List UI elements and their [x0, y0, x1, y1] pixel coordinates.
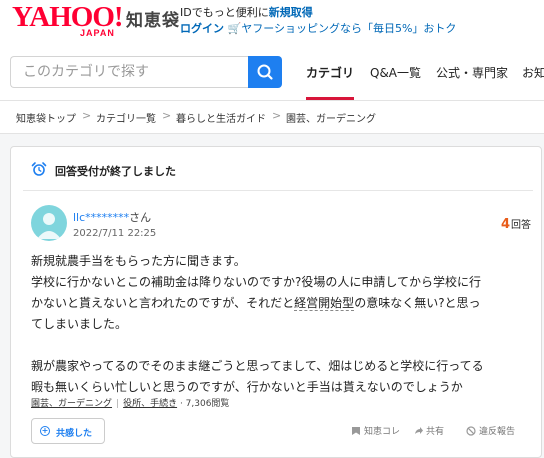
breadcrumb-chevron-icon: > — [162, 109, 172, 122]
login-row: ログイン 🛒ヤフーショッピングなら「毎日5%」おトク — [180, 20, 456, 36]
login-link[interactable]: ログイン — [180, 22, 224, 35]
meta-dot: · — [177, 399, 186, 409]
breadcrumb-top[interactable]: 知恵袋トップ — [16, 110, 76, 125]
question-line: 新規就農手当をもらった方に聞きます。 — [31, 254, 246, 268]
breadcrumb-life-guide[interactable]: 暮らしと生活ガイド — [176, 110, 266, 125]
question-line: 親が農家やってるのでそのまま継ごうと思ってまして、畑はじめると学校に行ってる — [31, 359, 484, 373]
question-body: 新規就農手当をもらった方に聞きます。 学校に行かないとこの補助金は降りないのです… — [31, 251, 531, 398]
empathy-label: 共感した — [56, 429, 93, 439]
prohibited-icon — [466, 426, 476, 436]
share-button[interactable]: 共有 — [413, 424, 444, 437]
tab-notice[interactable]: お知 — [522, 46, 544, 100]
question-line: 学校に行かないとこの補助金は降りないのですか?役場の人に申請してから学校に行 — [31, 275, 482, 289]
tab-qa-list[interactable]: Q&A一覧 — [370, 46, 421, 100]
question-line: 暇も無いくらい忙しいと思うのですが、行かないと手当は貰えないのでしょうか — [31, 380, 463, 394]
user-silhouette-icon — [37, 213, 61, 239]
answer-count[interactable]: 4回答 — [501, 216, 531, 232]
breadcrumb-chevron-icon: > — [272, 109, 282, 122]
asker-name[interactable]: llc********さん — [73, 209, 151, 225]
answer-count-suffix: 回答 — [511, 220, 531, 231]
empathy-button[interactable]: + 共感した — [31, 418, 105, 444]
question-meta: 園芸、ガーデニング | 役所、手続き · 7,306閲覧 — [31, 396, 229, 409]
answer-count-number: 4 — [500, 217, 510, 232]
service-name[interactable]: 知恵袋 — [126, 6, 180, 31]
yahoo-japan-logo[interactable]: YAHOO! JAPAN — [12, 2, 124, 38]
breadcrumb: 知恵袋トップ > カテゴリ一覧 > 暮らしと生活ガイド > 園芸、ガーデニング — [0, 101, 544, 134]
site-header: YAHOO! JAPAN 知恵袋 IDでもっと便利に新規取得 ログイン 🛒ヤフー… — [0, 0, 544, 46]
search-button[interactable] — [248, 56, 282, 88]
category-search-input[interactable] — [10, 56, 248, 88]
share-label: 共有 — [426, 427, 445, 437]
asker-honorific: さん — [129, 211, 152, 224]
breadcrumb-chevron-icon: > — [82, 109, 92, 122]
id-promo-text: IDでもっと便利に — [180, 6, 269, 19]
meta-separator: | — [116, 399, 120, 409]
chiekore-label: 知恵コレ — [364, 427, 401, 437]
shopping-promo-link[interactable]: ヤフーショッピングなら「毎日5%」おトク — [241, 22, 456, 35]
report-label: 違反報告 — [479, 427, 516, 437]
question-card: 回答受付が終了しました llc********さん 2022/7/11 22:2… — [10, 146, 542, 458]
plus-circle-icon: + — [40, 426, 50, 436]
logo-sub-text: JAPAN — [80, 28, 115, 38]
breadcrumb-gardening[interactable]: 園芸、ガーデニング — [286, 110, 376, 125]
report-button[interactable]: 違反報告 — [466, 424, 515, 437]
category-link-procedures[interactable]: 役所、手続き — [123, 399, 177, 409]
tab-official-experts[interactable]: 公式・専門家 — [436, 46, 508, 100]
divider — [23, 190, 533, 191]
share-icon — [415, 427, 423, 434]
alarm-clock-icon — [31, 162, 47, 176]
view-count: 7,306閲覧 — [185, 399, 230, 409]
signup-link[interactable]: 新規取得 — [269, 6, 313, 19]
answer-closed-status: 回答受付が終了しました — [55, 165, 176, 178]
bookmark-icon — [352, 427, 360, 435]
search-nav-bar: カテゴリ Q&A一覧 公式・専門家 お知 — [0, 46, 544, 101]
asker-id: llc******** — [73, 211, 130, 224]
question-text-segment: かないと貰えないと言われたのですが、それだと — [31, 296, 295, 310]
tab-category[interactable]: カテゴリ — [306, 46, 355, 100]
question-line: てしまいました。 — [31, 317, 128, 331]
question-line: かないと貰えないと言われたのですが、それだと経営開始型の意味なく無い?と思っ — [31, 293, 531, 314]
category-link-gardening[interactable]: 園芸、ガーデニング — [31, 399, 112, 409]
question-text-segment: の意味なく無い?と思っ — [354, 296, 481, 310]
breadcrumb-category-list[interactable]: カテゴリ一覧 — [96, 110, 156, 125]
chiekore-button[interactable]: 知恵コレ — [351, 424, 400, 437]
keyword-link-keiei-kaishi[interactable]: 経営開始型 — [294, 296, 355, 311]
id-promo: IDでもっと便利に新規取得 — [180, 4, 313, 20]
search-icon — [257, 64, 273, 80]
cart-icon: 🛒 — [227, 22, 242, 35]
avatar[interactable] — [31, 205, 67, 241]
posted-datetime: 2022/7/11 22:25 — [73, 228, 157, 239]
